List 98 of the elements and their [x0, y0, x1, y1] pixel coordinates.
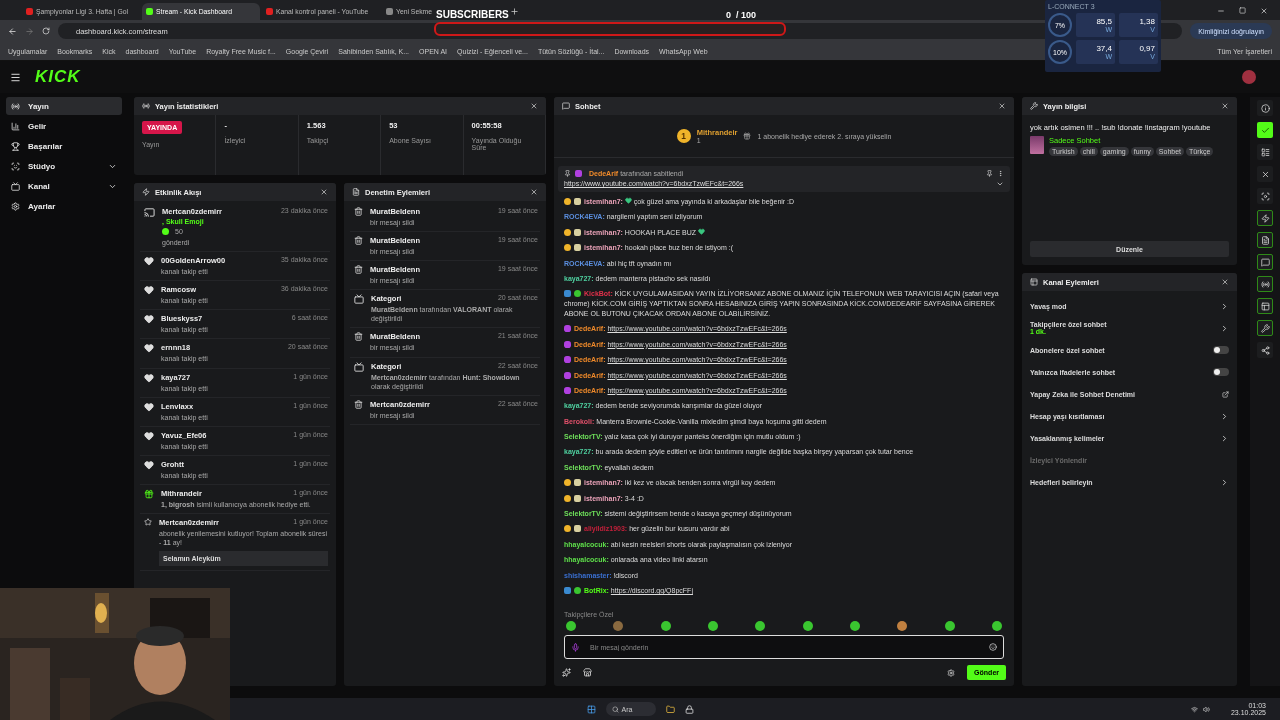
- favicon-icon: [386, 8, 393, 15]
- microphone-icon: [571, 642, 580, 652]
- broadcast-icon: [1260, 279, 1270, 289]
- close-button[interactable]: [998, 102, 1006, 110]
- emote[interactable]: [802, 621, 813, 631]
- side-toolbar-button[interactable]: [1257, 188, 1273, 204]
- volume-icon: [1203, 705, 1210, 713]
- pin-icon: [564, 170, 571, 177]
- note-icon: [1260, 235, 1270, 245]
- close-button[interactable]: [530, 102, 538, 110]
- emote[interactable]: [708, 621, 718, 631]
- share-icon: [1260, 345, 1270, 355]
- voltage-reading: 1,38: [1139, 17, 1155, 26]
- chevron-icon[interactable]: [1220, 411, 1229, 421]
- sidebar-item[interactable]: Stüdyo: [6, 157, 122, 175]
- emote[interactable]: [566, 621, 576, 631]
- settings-icon[interactable]: [947, 668, 956, 677]
- wrench-icon: [1260, 323, 1270, 333]
- side-toolbar-button[interactable]: [1257, 210, 1273, 226]
- chat-icon: [562, 102, 570, 110]
- sidebar-item[interactable]: Başarılar: [6, 137, 122, 155]
- emote[interactable]: [755, 621, 766, 631]
- close-icon: [1260, 169, 1270, 179]
- side-toolbar-button[interactable]: [1257, 320, 1273, 336]
- sidebar-item[interactable]: Gelir: [6, 117, 122, 135]
- side-toolbar-button[interactable]: [1257, 342, 1273, 358]
- maximize-icon[interactable]: [1239, 7, 1246, 14]
- voltage-reading: 0,97: [1139, 44, 1155, 53]
- folder-icon[interactable]: [665, 704, 675, 714]
- side-toolbar-button[interactable]: [1257, 144, 1273, 160]
- category-thumbnail: [1030, 136, 1044, 154]
- sidebar-item[interactable]: Ayarlar: [6, 197, 122, 215]
- check-icon: [1260, 125, 1270, 135]
- side-toolbar-button[interactable]: [1257, 122, 1273, 138]
- side-toolbar-button[interactable]: [1257, 232, 1273, 248]
- close-button[interactable]: [1221, 278, 1229, 286]
- minimize-icon[interactable]: [1217, 7, 1225, 15]
- new-tab-icon[interactable]: [510, 7, 520, 16]
- overlay-title: SUBSCRIBERS: [436, 9, 509, 20]
- panel-icon: [1030, 278, 1038, 286]
- close-button[interactable]: [530, 188, 538, 196]
- sidebar-item[interactable]: Kanal: [6, 177, 122, 195]
- toggle-switch[interactable]: [1213, 368, 1229, 376]
- wifi-icon: [1191, 705, 1198, 713]
- favicon-icon: [146, 8, 153, 15]
- favicon-icon: [266, 8, 273, 15]
- search-icon: [611, 705, 619, 713]
- emote[interactable]: [660, 621, 671, 631]
- emote[interactable]: [991, 621, 1002, 631]
- lightning-icon: [142, 188, 150, 196]
- emoji-icon[interactable]: [989, 643, 997, 651]
- close-icon[interactable]: [1260, 7, 1268, 15]
- chat-icon: [1260, 257, 1270, 267]
- power-reading: 37,4: [1096, 44, 1112, 53]
- points-icon[interactable]: [562, 668, 571, 677]
- close-button[interactable]: [1221, 102, 1229, 110]
- microphone-badge-icon: [575, 170, 582, 177]
- broadcast-icon: [142, 102, 150, 110]
- pin-icon[interactable]: [986, 170, 993, 177]
- reload-icon[interactable]: [42, 27, 50, 35]
- chevron-icon[interactable]: [1220, 301, 1229, 311]
- favicon-icon: [26, 8, 33, 15]
- close-button[interactable]: [320, 188, 328, 196]
- focus-icon: [1260, 191, 1270, 201]
- chevron-icon[interactable]: [1220, 433, 1229, 443]
- side-toolbar-button[interactable]: [1257, 166, 1273, 182]
- side-toolbar-button[interactable]: [1257, 100, 1273, 116]
- rank-badge: 1: [676, 129, 691, 143]
- gift-icon: [743, 132, 752, 140]
- subscriber-count: 0 / 100: [725, 10, 756, 20]
- chevron-icon[interactable]: [1220, 477, 1229, 487]
- emote[interactable]: [944, 621, 955, 631]
- power-reading: 85,5: [1096, 17, 1112, 26]
- note-icon: [352, 188, 360, 196]
- start-icon[interactable]: [586, 704, 596, 714]
- external-link-icon[interactable]: [1222, 390, 1229, 398]
- app-icon[interactable]: [684, 704, 694, 714]
- coin-icon: [162, 228, 169, 236]
- side-toolbar-button[interactable]: [1257, 254, 1273, 270]
- side-toolbar-button[interactable]: [1257, 276, 1273, 292]
- emote[interactable]: [613, 621, 624, 631]
- layout-icon: [1260, 147, 1270, 157]
- side-toolbar-button[interactable]: [1257, 298, 1273, 314]
- chevron-icon[interactable]: [1220, 323, 1229, 333]
- wrench-icon: [1030, 102, 1038, 110]
- info-icon: [1260, 103, 1270, 113]
- emote[interactable]: [897, 621, 908, 631]
- lightning-icon: [1260, 213, 1270, 223]
- menu-icon[interactable]: [10, 71, 21, 83]
- back-icon[interactable]: [8, 26, 17, 36]
- emote[interactable]: [849, 621, 860, 631]
- store-icon[interactable]: [583, 668, 592, 677]
- avatar[interactable]: [1242, 70, 1256, 84]
- panel-icon: [1260, 301, 1270, 311]
- toggle-switch[interactable]: [1213, 346, 1229, 354]
- sidebar-item[interactable]: Yayın: [6, 97, 122, 115]
- logo[interactable]: KICK: [35, 67, 81, 87]
- chevron-icon[interactable]: [996, 180, 1004, 188]
